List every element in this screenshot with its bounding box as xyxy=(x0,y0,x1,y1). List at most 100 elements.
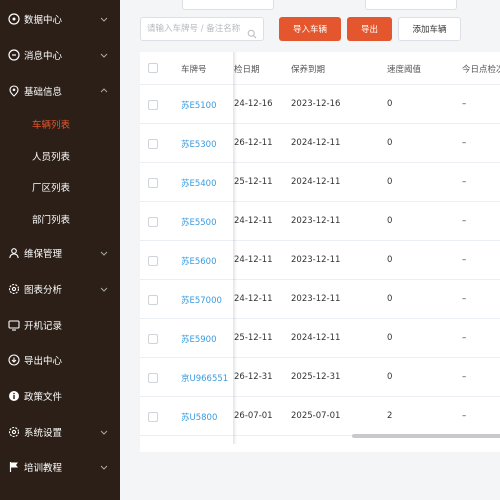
row-checkbox[interactable] xyxy=(148,139,158,149)
sidebar-item-label: 系统设置 xyxy=(24,428,63,439)
chevron-down-icon xyxy=(100,249,108,257)
info-icon xyxy=(8,390,20,402)
sidebar-item-system-settings[interactable]: 系统设置 xyxy=(0,417,120,447)
plate-link[interactable]: 京U966551 xyxy=(181,372,228,384)
row-checkbox[interactable] xyxy=(148,217,158,227)
flag-icon xyxy=(8,461,20,473)
sidebar-item-label: 数据中心 xyxy=(24,15,63,26)
sidebar-subitem-label: 车辆列表 xyxy=(32,120,71,131)
plate-link[interactable]: 苏U5800 xyxy=(181,411,217,423)
row-checkbox[interactable] xyxy=(148,412,158,422)
sidebar-item-label: 基础信息 xyxy=(24,87,63,98)
sidebar-item-boot-records[interactable]: 开机记录 xyxy=(0,310,120,340)
speed-threshold-cell: 0 xyxy=(387,255,393,265)
maintenance-due-cell: 2024-12-11 xyxy=(291,333,341,343)
search-input-wrapper xyxy=(140,17,264,41)
gear-icon xyxy=(8,283,20,295)
daily-checks-cell: – xyxy=(462,294,467,304)
column-header-daily-checks: 今日点检次 xyxy=(462,65,500,75)
row-checkbox[interactable] xyxy=(148,295,158,305)
sidebar-item-data-center[interactable]: 数据中心 xyxy=(0,4,120,34)
import-vehicles-button[interactable]: 导入车辆 xyxy=(279,17,341,41)
sidebar-item-label: 消息中心 xyxy=(24,51,63,62)
sidebar-item-policy-files[interactable]: 政策文件 xyxy=(0,381,120,411)
sidebar-item-training[interactable]: 培训教程 xyxy=(0,452,120,482)
table-row[interactable]: 苏E5600 24-12-11 2023-12-11 0 – xyxy=(140,241,500,280)
sidebar-subitem-factory-list[interactable]: 厂区列表 xyxy=(0,174,120,200)
sidebar-subitem-label: 部门列表 xyxy=(32,215,71,226)
plate-link[interactable]: 苏E5300 xyxy=(181,138,217,150)
table-row[interactable]: 苏E57000 24-12-11 2023-12-11 0 – xyxy=(140,280,500,319)
sidebar-item-export-center[interactable]: 导出中心 xyxy=(0,345,120,375)
table-row[interactable]: 苏E5400 25-12-11 2024-12-11 0 – xyxy=(140,163,500,202)
settings-icon xyxy=(8,426,20,438)
table-row[interactable]: 京U966551 26-12-31 2025-12-31 0 – xyxy=(140,358,500,397)
column-header-inspection-date: 检日期 xyxy=(234,65,260,75)
speed-threshold-cell: 0 xyxy=(387,99,393,109)
row-checkbox[interactable] xyxy=(148,100,158,110)
row-checkbox[interactable] xyxy=(148,373,158,383)
plate-link[interactable]: 苏E5600 xyxy=(181,255,217,267)
daily-checks-cell: – xyxy=(462,333,467,343)
message-icon xyxy=(8,49,20,61)
maintenance-due-cell: 2025-12-31 xyxy=(291,372,341,382)
sidebar-item-chart-analysis[interactable]: 图表分析 xyxy=(0,274,120,304)
sidebar-item-label: 导出中心 xyxy=(24,356,63,367)
plate-link[interactable]: 苏E5100 xyxy=(181,99,217,111)
table-row[interactable]: 苏U5800 26-07-01 2025-07-01 2 – xyxy=(140,397,500,436)
inspection-date-cell: 25-12-11 xyxy=(234,333,273,343)
maintenance-due-cell: 2023-12-11 xyxy=(291,294,341,304)
filter-row xyxy=(120,0,500,10)
export-icon xyxy=(8,354,20,366)
maintenance-due-cell: 2025-07-01 xyxy=(291,411,341,421)
chevron-down-icon xyxy=(100,428,108,436)
sidebar-item-basic-info[interactable]: 基础信息 xyxy=(0,76,120,106)
filter-field[interactable] xyxy=(182,0,274,10)
table-header: 车牌号 检日期 保养到期 速度阈值 今日点检次 xyxy=(140,52,500,85)
sidebar-item-label: 图表分析 xyxy=(24,285,63,296)
plate-link[interactable]: 苏E5900 xyxy=(181,333,217,345)
fixed-column-shadow xyxy=(233,52,237,444)
sidebar-item-message-center[interactable]: 消息中心 xyxy=(0,40,120,70)
daily-checks-cell: – xyxy=(462,138,467,148)
column-header-speed-threshold: 速度阈值 xyxy=(387,65,422,75)
sidebar-item-maintenance[interactable]: 维保管理 xyxy=(0,238,120,268)
chevron-down-icon xyxy=(100,285,108,293)
export-button[interactable]: 导出 xyxy=(347,17,392,41)
table-row[interactable]: 苏E5300 26-12-11 2024-12-11 0 – xyxy=(140,124,500,163)
chevron-up-icon xyxy=(100,87,108,95)
plate-link[interactable]: 苏E57000 xyxy=(181,294,222,306)
speed-threshold-cell: 0 xyxy=(387,333,393,343)
table-row[interactable]: 苏E5900 25-12-11 2024-12-11 0 – xyxy=(140,319,500,358)
select-all-checkbox[interactable] xyxy=(148,63,158,73)
maintenance-due-cell: 2023-12-11 xyxy=(291,216,341,226)
vehicle-table: 车牌号 检日期 保养到期 速度阈值 今日点检次 苏E510024-12-1620… xyxy=(140,52,500,452)
add-vehicle-button[interactable]: 添加车辆 xyxy=(398,17,461,41)
daily-checks-cell: – xyxy=(462,99,467,109)
table-row[interactable]: 苏E5100 24-12-16 2023-12-16 0 – xyxy=(140,85,500,124)
speed-threshold-cell: 2 xyxy=(387,411,393,421)
sidebar-item-label: 培训教程 xyxy=(24,463,63,474)
row-checkbox[interactable] xyxy=(148,334,158,344)
daily-checks-cell: – xyxy=(462,372,467,382)
chevron-down-icon xyxy=(100,51,108,59)
location-pin-icon xyxy=(8,85,20,97)
plate-link[interactable]: 苏E5500 xyxy=(181,216,217,228)
row-checkbox[interactable] xyxy=(148,256,158,266)
user-icon xyxy=(8,247,20,259)
sidebar-subitem-personnel-list[interactable]: 人员列表 xyxy=(0,143,120,169)
maintenance-due-cell: 2023-12-16 xyxy=(291,99,341,109)
maintenance-due-cell: 2024-12-11 xyxy=(291,177,341,187)
filter-field[interactable] xyxy=(365,0,457,10)
sidebar-subitem-vehicle-list[interactable]: 车辆列表 xyxy=(0,111,120,137)
sidebar-item-label: 维保管理 xyxy=(24,249,63,260)
search-input[interactable] xyxy=(147,22,247,36)
sidebar-subitem-department-list[interactable]: 部门列表 xyxy=(0,206,120,232)
row-checkbox[interactable] xyxy=(148,178,158,188)
sidebar-item-label: 开机记录 xyxy=(24,321,63,332)
table-row[interactable]: 苏E5500 24-12-11 2023-12-11 0 – xyxy=(140,202,500,241)
search-icon[interactable] xyxy=(247,24,257,39)
plate-link[interactable]: 苏E5400 xyxy=(181,177,217,189)
horizontal-scrollbar[interactable] xyxy=(352,434,500,438)
speed-threshold-cell: 0 xyxy=(387,138,393,148)
